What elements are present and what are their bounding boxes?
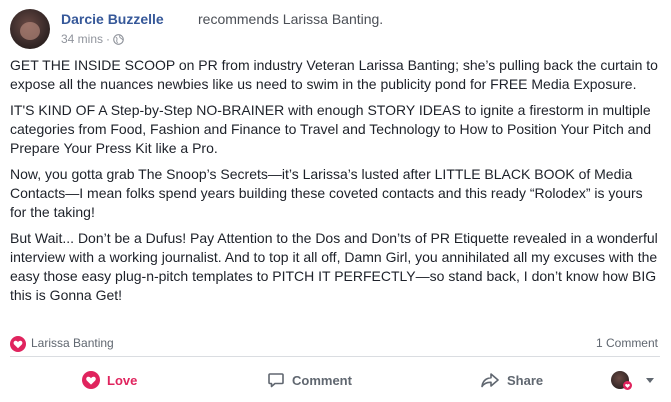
post-timestamp[interactable]: 34 mins [61,32,103,46]
post-meta: 34 mins · [61,32,124,46]
post-paragraph: IT'S KIND OF A Step-by-Step NO-BRAINER w… [10,102,652,156]
post-paragraph: But Wait... Don’t be a Dufus! Pay Attent… [10,230,658,303]
meta-separator: · [106,32,111,46]
share-label: Share [507,372,544,388]
mini-love-icon [623,380,632,390]
post-actions: Love Comment Share [10,362,660,398]
share-icon [481,373,499,388]
chevron-down-icon [646,377,654,383]
love-button[interactable]: Love [82,362,137,398]
author-avatar[interactable] [10,9,50,49]
comment-button[interactable]: Comment [267,362,352,398]
recommends-text: recommends Larissa Banting. [198,11,384,27]
post-paragraph: GET THE INSIDE SCOOP on PR from industry… [10,57,658,92]
post-paragraph: Now, you gotta grab The Snoop’s Secrets—… [10,166,643,220]
globe-icon[interactable] [113,33,124,45]
comment-icon [268,373,284,388]
actions-divider [10,356,660,357]
reaction-names[interactable]: Larissa Banting [31,336,114,350]
comment-label: Comment [292,372,352,388]
post-body: GET THE INSIDE SCOOP on PR from industry… [10,56,658,312]
post-header: Darcie Buzzelle recommends Larissa Banti… [10,6,660,52]
reaction-as-selector[interactable] [611,371,654,390]
reaction-summary: Larissa Banting 1 Comment [10,334,660,354]
love-label: Love [107,372,138,388]
author-name[interactable]: Darcie Buzzelle [61,11,164,27]
love-reaction-icon[interactable] [10,336,26,352]
comment-count-link[interactable]: 1 Comment [596,336,658,350]
love-icon [82,371,100,389]
share-button[interactable]: Share [480,362,543,398]
